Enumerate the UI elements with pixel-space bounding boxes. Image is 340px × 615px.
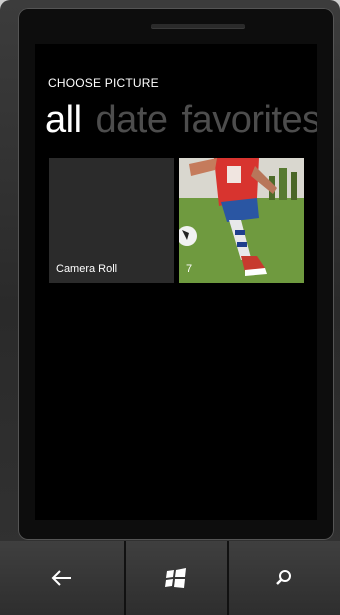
tile-label: Camera Roll: [56, 263, 118, 275]
speaker-grille: [151, 24, 245, 28]
album-tile[interactable]: 7: [179, 158, 304, 283]
search-button[interactable]: [227, 541, 340, 615]
back-arrow-icon: [51, 570, 71, 586]
back-button[interactable]: [0, 541, 124, 615]
windows-logo-icon: [164, 568, 186, 588]
pivot-item-all[interactable]: all: [45, 99, 82, 141]
album-thumbnail-image: [179, 158, 304, 283]
search-icon: [275, 570, 291, 585]
tile-label: 7: [186, 263, 193, 275]
phone-body: CHOOSE PICTURE all date favorites Camera R…: [0, 0, 340, 615]
hardware-button-bar: [0, 541, 340, 615]
pivot-item-date[interactable]: date: [96, 99, 168, 141]
phone-screen: CHOOSE PICTURE all date favorites Camera R…: [35, 44, 317, 520]
pivot-header: all date favorites: [45, 98, 317, 142]
page-title: CHOOSE PICTURE: [48, 76, 159, 90]
pivot-item-favorites[interactable]: favorites: [182, 99, 318, 141]
start-button[interactable]: [124, 541, 227, 615]
emulator-frame: CHOOSE PICTURE all date favorites Camera R…: [0, 0, 340, 615]
camera-roll-tile[interactable]: Camera Roll: [49, 158, 174, 283]
